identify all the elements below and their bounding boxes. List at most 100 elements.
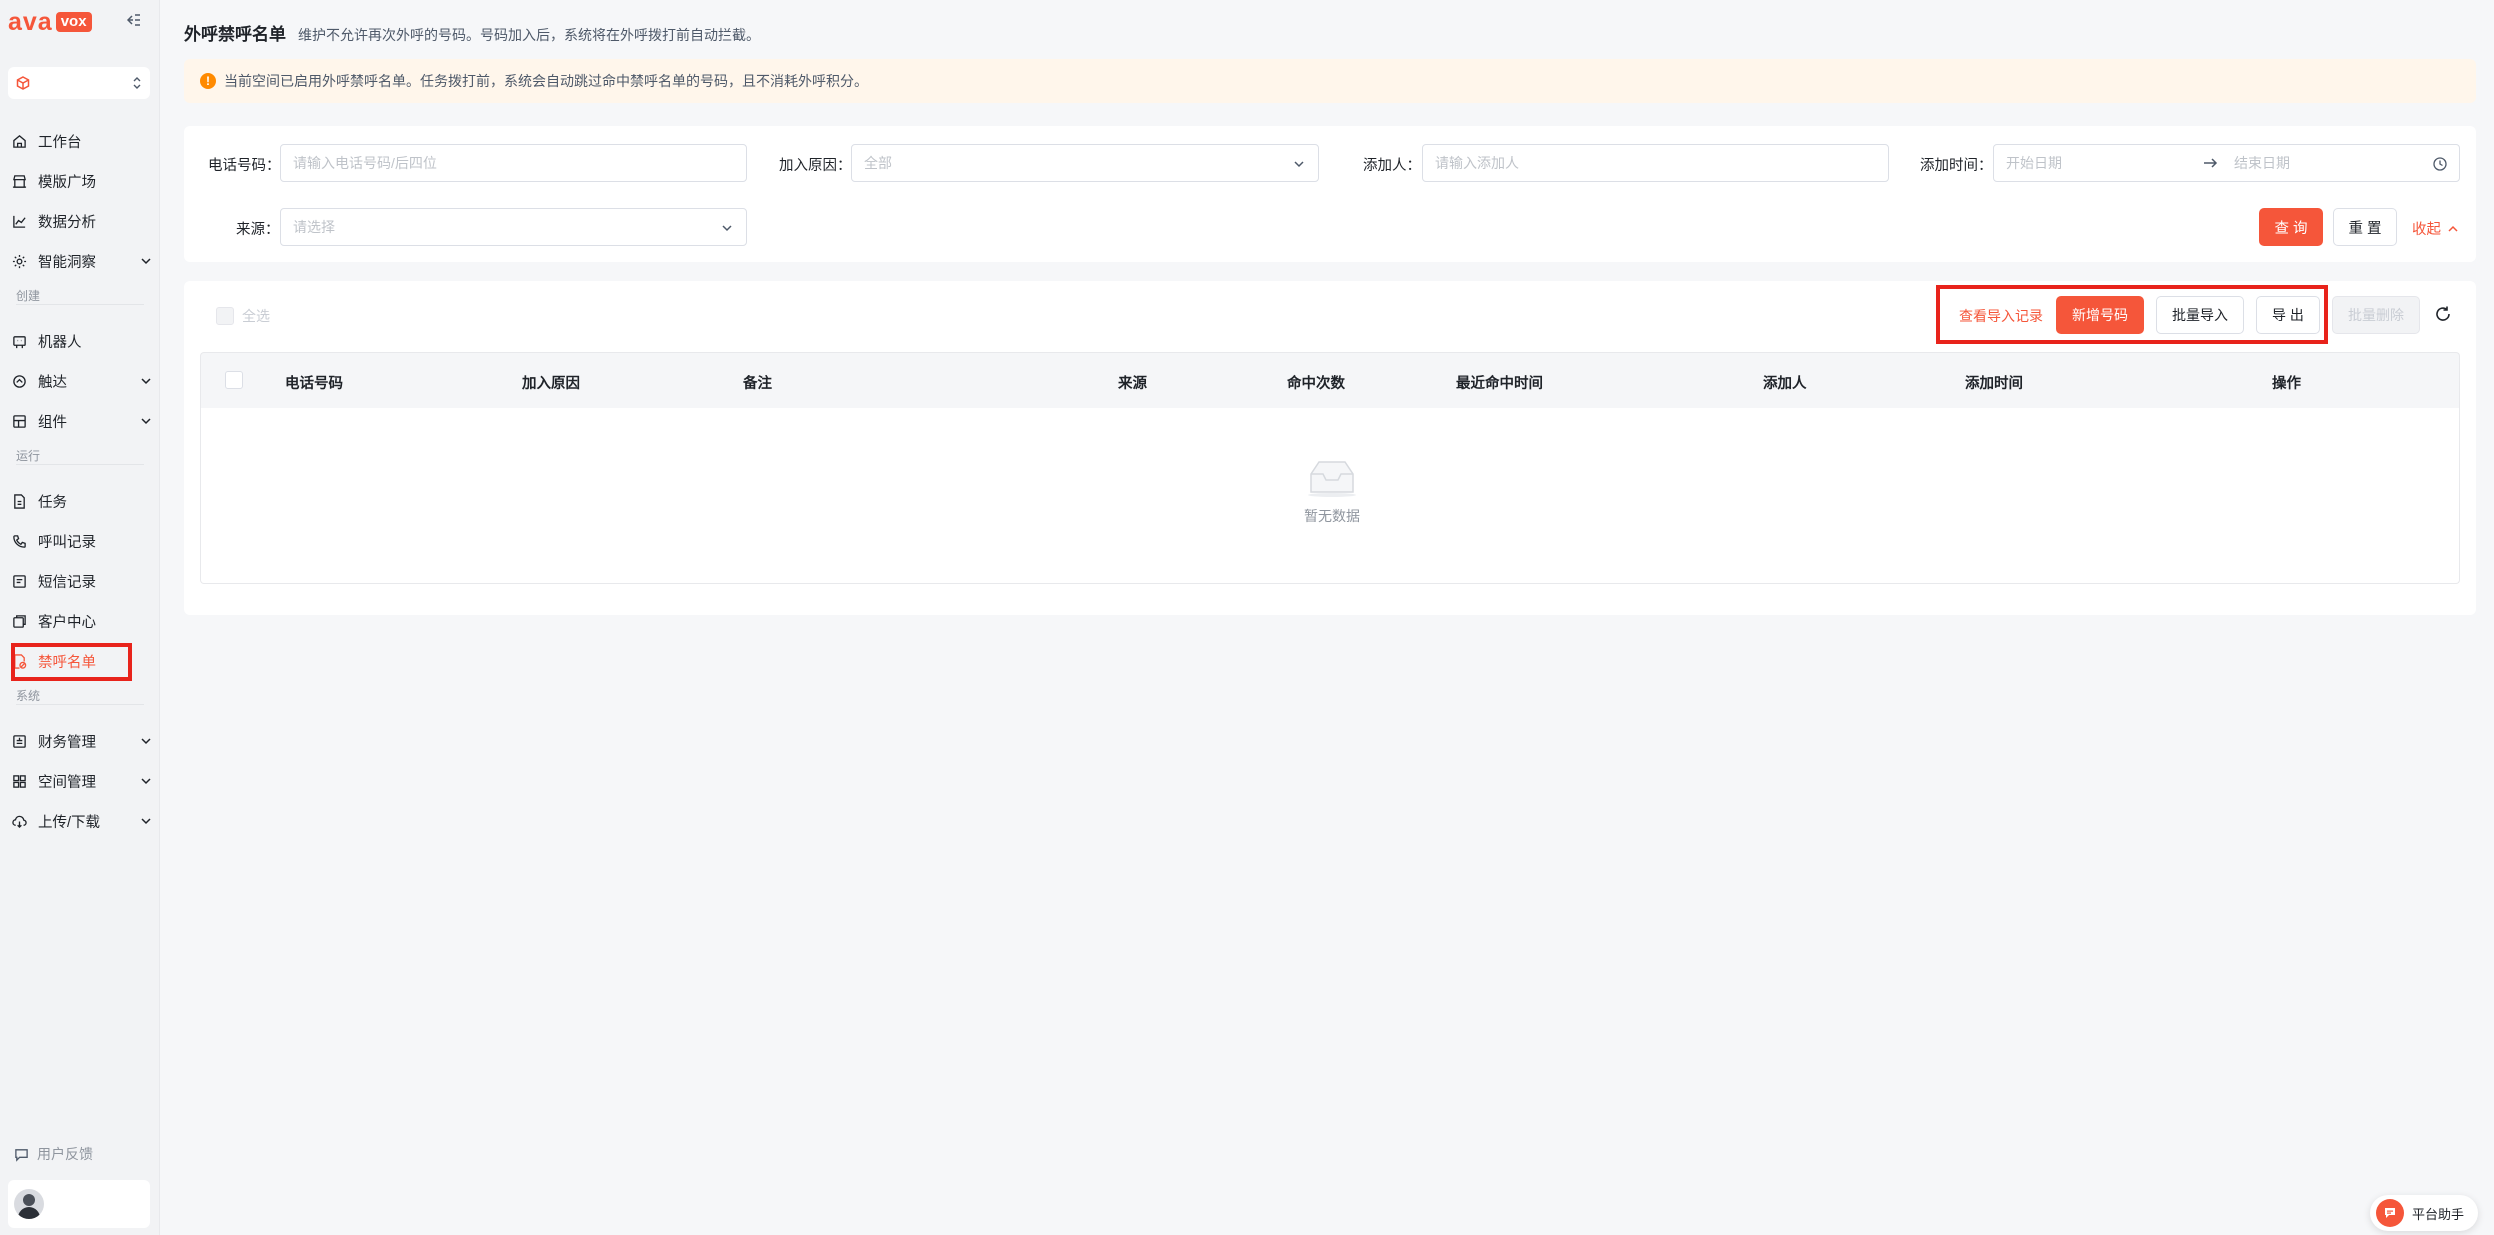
home-icon xyxy=(13,134,26,148)
refresh-icon[interactable] xyxy=(2434,305,2452,323)
date-range-picker[interactable]: 开始日期 结束日期 xyxy=(1993,144,2460,182)
sidebar-item-call-records[interactable]: 呼叫记录 xyxy=(12,526,152,556)
table-body: 暂无数据 xyxy=(200,408,2460,584)
cloud-icon xyxy=(12,815,27,828)
reset-button[interactable]: 重 置 xyxy=(2333,208,2397,246)
column-header-last-hit-time[interactable]: 最近命中时间 xyxy=(1456,372,1543,393)
sidebar-item-robot[interactable]: 机器人 xyxy=(12,326,152,356)
sidebar-item-workbench[interactable]: 工作台 xyxy=(12,126,152,156)
divider xyxy=(16,304,144,305)
sidebar-item-template-square[interactable]: 模版广场 xyxy=(12,166,152,196)
sidebar-item-label: 工作台 xyxy=(38,134,82,151)
user-profile[interactable] xyxy=(8,1180,150,1228)
arrow-right-icon xyxy=(2204,158,2218,168)
column-header-phone[interactable]: 电话号码 xyxy=(285,372,343,393)
sidebar-item-label: 智能洞察 xyxy=(38,254,96,271)
source-select[interactable]: 请选择 xyxy=(280,208,747,246)
divider xyxy=(16,704,144,705)
chevron-down-icon xyxy=(141,818,151,825)
logo[interactable]: ava vox xyxy=(8,8,92,36)
highlight-frame-toolbar xyxy=(1936,285,2328,344)
table-panel: 全选 查看导入记录 新增号码 批量导入 导 出 批量删除 电话号码 加入原因 备… xyxy=(184,281,2476,615)
chevron-down-icon xyxy=(141,778,151,785)
user-feedback-link[interactable]: 用户反馈 xyxy=(14,1144,93,1164)
sidebar-item-label: 上传/下载 xyxy=(38,814,101,831)
customer-icon xyxy=(13,614,26,628)
column-header-adder[interactable]: 添加人 xyxy=(1763,372,1807,393)
sidebar-item-label: 模版广场 xyxy=(38,174,96,191)
sidebar-item-customer-center[interactable]: 客户中心 xyxy=(12,606,152,636)
page-header: 外呼禁呼名单 维护不允许再次外呼的号码。号码加入后，系统将在外呼拨打前自动拦截。 xyxy=(184,20,760,45)
chat-icon xyxy=(2376,1199,2404,1227)
batch-delete-button[interactable]: 批量删除 xyxy=(2332,296,2420,334)
chevron-up-icon xyxy=(2448,225,2458,232)
empty-text: 暂无数据 xyxy=(1304,508,1360,524)
sidebar-item-label: 任务 xyxy=(38,494,67,511)
header-checkbox[interactable] xyxy=(225,371,243,389)
sidebar-item-label: 呼叫记录 xyxy=(38,534,96,551)
sidebar-item-finance[interactable]: 财务管理 xyxy=(12,726,152,756)
platform-assistant-button[interactable]: 平台助手 xyxy=(2370,1195,2478,1231)
sidebar-item-data-analysis[interactable]: 数据分析 xyxy=(12,206,152,236)
sidebar-item-components[interactable]: 组件 xyxy=(12,406,152,436)
phone-input[interactable]: 请输入电话号码/后四位 xyxy=(280,144,747,182)
warning-icon: ! xyxy=(200,73,216,89)
start-date-placeholder[interactable]: 开始日期 xyxy=(2006,153,2202,173)
message-icon xyxy=(13,574,26,588)
column-header-reason[interactable]: 加入原因 xyxy=(522,372,580,393)
reason-value: 全部 xyxy=(864,155,892,171)
section-label-create: 创建 xyxy=(16,289,41,303)
space-selector[interactable] xyxy=(8,67,150,99)
chevron-down-icon xyxy=(141,258,151,265)
assistant-label: 平台助手 xyxy=(2412,1206,2465,1222)
collapse-filters-link[interactable]: 收起 xyxy=(2412,218,2459,239)
sidebar-item-label: 机器人 xyxy=(38,334,82,351)
cube-icon xyxy=(16,76,30,90)
reason-select[interactable]: 全部 xyxy=(851,144,1319,182)
sidebar-item-reach[interactable]: 触达 xyxy=(12,366,152,396)
highlight-frame-sidebar xyxy=(11,643,132,681)
time-label: 添加时间： xyxy=(1920,158,1993,174)
sidebar-item-tasks[interactable]: 任务 xyxy=(12,486,152,516)
clock-icon xyxy=(2433,157,2447,171)
column-header-source[interactable]: 来源 xyxy=(1118,372,1147,393)
phone-label: 电话号码： xyxy=(208,158,281,174)
column-header-hit-count[interactable]: 命中次数 xyxy=(1287,372,1345,393)
sidebar-item-label: 客户中心 xyxy=(38,614,96,631)
section-label-system: 系统 xyxy=(16,689,41,703)
end-date-placeholder[interactable]: 结束日期 xyxy=(2234,153,2290,173)
logo-ava-text: ava xyxy=(8,7,53,36)
phone-placeholder: 请输入电话号码/后四位 xyxy=(293,155,437,171)
feedback-icon xyxy=(15,1148,28,1162)
feedback-label: 用户反馈 xyxy=(37,1146,93,1162)
source-label: 来源： xyxy=(236,222,280,238)
column-header-add-time[interactable]: 添加时间 xyxy=(1965,372,2023,393)
sidebar-item-label: 组件 xyxy=(38,414,67,431)
chevron-down-icon xyxy=(1294,161,1304,168)
empty-inbox-icon xyxy=(1308,461,1356,497)
page-description: 维护不允许再次外呼的号码。号码加入后，系统将在外呼拨打前自动拦截。 xyxy=(298,27,760,43)
info-alert: ! 当前空间已启用外呼禁呼名单。任务拨打前，系统会自动跳过命中禁呼名单的号码，且… xyxy=(184,59,2476,103)
gear-icon xyxy=(12,254,27,268)
select-all[interactable]: 全选 xyxy=(216,306,270,326)
sidebar-item-sms-records[interactable]: 短信记录 xyxy=(12,566,152,596)
section-label-run: 运行 xyxy=(16,449,41,463)
adder-input[interactable]: 请输入添加人 xyxy=(1422,144,1889,182)
query-button[interactable]: 查 询 xyxy=(2259,208,2323,246)
avatar[interactable] xyxy=(14,1189,44,1219)
table-header: 电话号码 加入原因 备注 来源 命中次数 最近命中时间 添加人 添加时间 操作 xyxy=(200,352,2460,408)
chevron-down-icon xyxy=(141,418,151,425)
grid-icon xyxy=(13,774,26,788)
empty-state: 暂无数据 xyxy=(1287,458,1377,526)
sidebar-item-upload-download[interactable]: 上传/下载 xyxy=(12,806,152,836)
sidebar-item-label: 短信记录 xyxy=(38,574,96,591)
select-all-checkbox[interactable] xyxy=(216,307,234,325)
sidebar-item-smart-insight[interactable]: 智能洞察 xyxy=(12,246,152,276)
column-header-remark[interactable]: 备注 xyxy=(743,372,772,393)
sidebar-item-label: 触达 xyxy=(38,374,67,391)
phone-icon xyxy=(13,534,26,548)
collapse-sidebar-icon[interactable] xyxy=(126,12,142,28)
source-placeholder: 请选择 xyxy=(293,219,335,235)
sidebar-item-space-management[interactable]: 空间管理 xyxy=(12,766,152,796)
column-header-actions: 操作 xyxy=(2272,376,2301,392)
